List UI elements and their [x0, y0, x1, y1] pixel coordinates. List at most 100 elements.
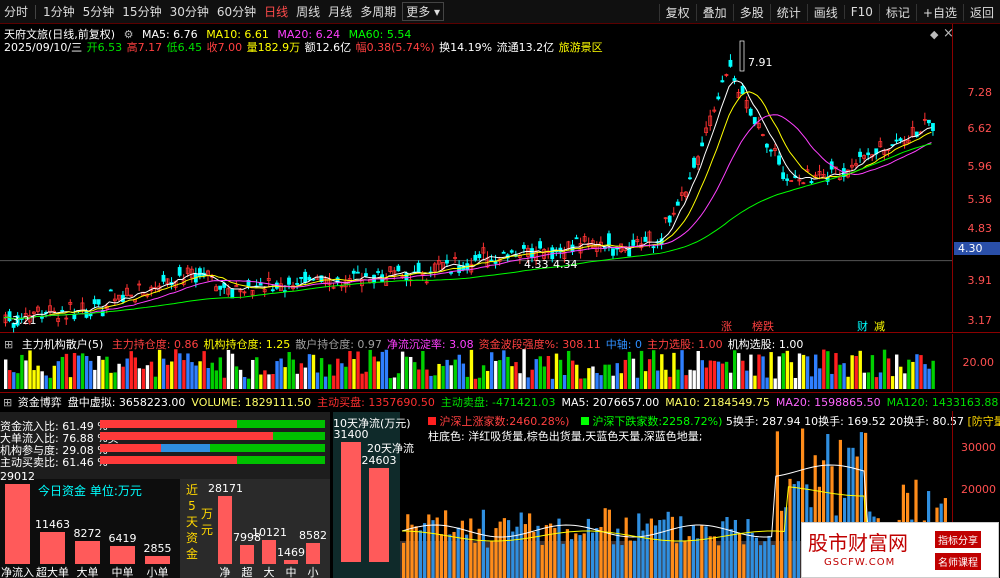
mark-button[interactable]: 标记	[878, 3, 916, 21]
candle-body	[607, 233, 611, 246]
min-price-label: 3.21	[12, 314, 37, 327]
candle-body	[894, 139, 899, 142]
indicator-bar	[469, 349, 474, 389]
indicator-bar	[587, 368, 591, 389]
overlay-button[interactable]: 叠加	[695, 3, 733, 21]
quote-sector[interactable]: 旅游景区	[559, 41, 603, 54]
indicator-bar	[805, 356, 810, 389]
indicator-bar	[242, 377, 247, 389]
down-count-legend: 沪深下跌家数:2258.72%)	[592, 415, 723, 428]
five-day-title: 近 5 天 资 金	[185, 482, 199, 562]
candle-body	[177, 267, 182, 276]
volume-bar	[696, 538, 700, 578]
add-watchlist-button[interactable]: +自选	[915, 3, 963, 21]
indicator-bar	[498, 360, 502, 389]
volume-bar	[427, 514, 431, 578]
indicator-bar	[923, 364, 927, 389]
indicator-bar	[210, 362, 214, 389]
more-dropdown[interactable]: 更多 ▾	[402, 2, 445, 21]
moving-average-line	[3, 114, 932, 320]
indicator-tick: 20.00	[962, 356, 995, 369]
period-daily[interactable]: 日线	[260, 3, 292, 20]
volume-bar	[494, 528, 498, 578]
period-60min[interactable]: 60分钟	[213, 3, 260, 20]
indicator-bar	[485, 370, 490, 389]
indicator-bar	[907, 359, 911, 389]
price-tick: 7.28	[967, 86, 993, 99]
indicator-bar	[52, 365, 56, 389]
candle-body	[307, 276, 312, 281]
indicator-bar	[392, 377, 397, 389]
indicator-bar	[878, 372, 883, 389]
indicator-bar	[518, 373, 522, 389]
period-5min[interactable]: 5分钟	[79, 3, 119, 20]
indicator-bar	[137, 368, 142, 389]
indicator-bar	[490, 352, 494, 389]
indicator-bar	[611, 375, 615, 389]
multi-stock-button[interactable]: 多股	[732, 3, 770, 21]
indicator-bar	[538, 356, 542, 389]
indicator-bar	[733, 350, 737, 389]
volume-bar	[704, 526, 708, 578]
indicator-bar	[20, 354, 24, 389]
expand-icon[interactable]: ⊞	[3, 396, 12, 409]
draw-line-button[interactable]: 画线	[806, 3, 844, 21]
more-label: 更多	[406, 5, 431, 19]
indicator-bar	[396, 373, 401, 389]
period-30min[interactable]: 30分钟	[166, 3, 213, 20]
indicator-bar	[526, 377, 530, 389]
indicator-bar	[899, 366, 903, 389]
indicator-bar	[656, 370, 660, 389]
price-tick: 4.83	[967, 222, 993, 235]
volume-bar	[502, 518, 506, 578]
indicator-bar	[789, 362, 794, 389]
fuquan-button[interactable]: 复权	[658, 3, 696, 21]
volume-bar	[557, 518, 561, 578]
volume-bar	[670, 516, 674, 578]
volume-bar	[775, 431, 779, 578]
peak-price-label: 7.91	[748, 56, 773, 69]
diamond-icon[interactable]: ◆	[930, 28, 938, 41]
indicator-bar	[56, 361, 61, 389]
quote-float: 流通13.2亿	[496, 41, 555, 54]
indicator-bar	[846, 376, 850, 389]
quote-high: 高7.17	[126, 41, 163, 54]
capital-bar-value: 24603	[361, 453, 397, 467]
indicator-bar	[307, 354, 312, 389]
ratio-bar-blue	[160, 444, 211, 452]
indicator-bar	[465, 376, 470, 389]
chevron-down-icon: ▾	[434, 5, 441, 19]
indicator-title[interactable]: 主力机构散户(5)	[22, 338, 104, 351]
indicator-bar	[372, 356, 376, 389]
volume-bar	[448, 534, 452, 578]
period-15min[interactable]: 15分钟	[118, 3, 165, 20]
volume-bar	[746, 519, 750, 578]
period-weekly[interactable]: 周线	[292, 3, 324, 20]
indicator-value: 主力持仓度: 0.86	[111, 338, 199, 351]
indicator-bar	[785, 350, 790, 389]
candle-body	[7, 311, 12, 322]
expand-icon[interactable]: ⊞	[4, 338, 13, 351]
period-1min[interactable]: 1分钟	[39, 3, 79, 20]
indicator-bar	[453, 359, 457, 389]
indicator-bar	[238, 369, 243, 389]
indicator-bar	[441, 365, 445, 389]
candle-body	[230, 289, 235, 299]
candle-body	[364, 273, 368, 277]
stats-button[interactable]: 统计	[769, 3, 807, 21]
indicator-value: 净流沉淀率: 3.08	[386, 338, 474, 351]
period-multi[interactable]: 多周期	[356, 3, 400, 20]
f10-button[interactable]: F10	[843, 5, 879, 19]
indicator-bar	[101, 359, 105, 389]
volume-bar	[439, 534, 443, 578]
candlestick-chart[interactable]	[0, 24, 952, 333]
price-chart-panel[interactable]: 天府文旅(日线,前复权) ⚙ MA5: 6.76 MA10: 6.61 MA20…	[0, 24, 1000, 333]
indicator-bar	[818, 368, 822, 389]
institution-indicator-panel[interactable]: ⊞ 主力机构散户(5) 主力持仓度: 0.86 机构持仓度: 1.25 散户持仓度:…	[0, 334, 1000, 393]
period-monthly[interactable]: 月线	[324, 3, 356, 20]
period-tick[interactable]: 分时	[0, 3, 32, 20]
volume-bar	[683, 540, 687, 578]
volume-bar	[553, 527, 557, 578]
back-button[interactable]: 返回	[962, 3, 1000, 21]
indicator-bar	[76, 355, 81, 389]
